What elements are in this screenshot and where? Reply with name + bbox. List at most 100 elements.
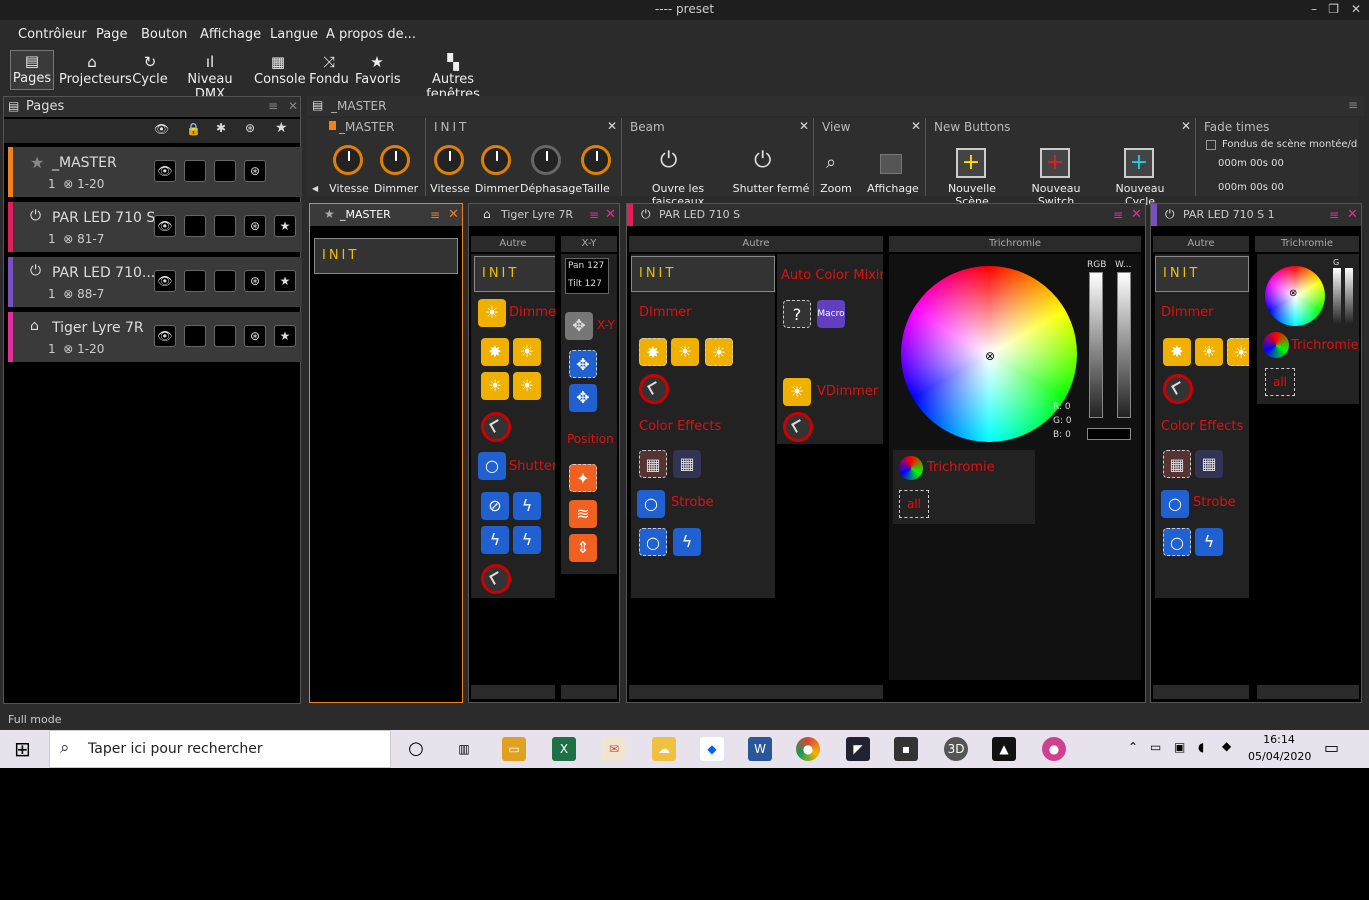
suite-icon[interactable]: ▪ [894,737,918,761]
tab-close-icon[interactable]: ✕ [605,207,616,222]
dimmer-preset-button[interactable]: ✸ [639,338,667,366]
dimmer-knob[interactable] [481,412,511,442]
dimmer-preset-button[interactable]: ✸ [481,338,509,366]
fondu-button[interactable]: ⤨ Fondu [309,52,349,87]
open-beams-icon[interactable]: ⏻ [660,148,677,173]
shutter-closed-button[interactable]: ⊘ [481,492,509,520]
xy-preset-button[interactable]: ✥ [569,350,597,378]
star-icon[interactable]: ★ [274,215,296,237]
eye-icon[interactable]: 👁 [154,325,176,347]
niveau-dmx-button[interactable]: ıl Niveau DMX [174,52,246,102]
white-slider[interactable] [1117,272,1131,418]
menu-page[interactable]: Page [96,27,127,42]
toggle-button[interactable] [184,215,206,237]
menu-controleur[interactable]: Contrôleur [18,27,87,42]
new-switch-icon[interactable]: + [1040,148,1070,178]
dimmer-preset-button[interactable]: ☀ [1195,338,1223,366]
strobe-button[interactable]: ϟ [513,526,541,554]
toggle-button[interactable] [214,270,236,292]
position-preset-button[interactable]: ≋ [569,500,597,528]
help-button[interactable]: ? [783,300,811,328]
all-button[interactable]: all [899,490,929,518]
eye-icon[interactable]: 👁 [154,122,169,136]
3d-icon[interactable]: 3D [944,737,968,761]
minimize-icon[interactable]: – [1311,0,1317,18]
app-icon[interactable]: ◤ [846,737,870,761]
strobe-off-button[interactable]: ○ [639,528,667,556]
page-row-par-led-710-s[interactable]: ⏻ PAR LED 710 S 1 ⊗ 81-7 👁 ⊛ ★ [8,202,302,252]
white-slider[interactable] [1345,268,1353,324]
rgb-slider[interactable] [1333,268,1341,324]
file-explorer-icon[interactable]: ▭ [502,737,526,761]
close-icon[interactable]: ✕ [607,119,617,133]
menu-apropos[interactable]: A propos de... [326,27,416,42]
horizontal-scrollbar[interactable] [629,685,883,699]
pan-tilt-pad[interactable]: Pan 127 Tilt 127 [565,258,609,294]
vitesse-knob[interactable] [333,145,363,175]
init-button[interactable]: INIT [474,256,555,292]
close-icon[interactable]: ✕ [1181,119,1191,133]
volume-icon[interactable]: ◖ [1198,740,1204,754]
asterisk-icon[interactable]: ✱ [216,121,226,135]
projecteurs-button[interactable]: ⌂ Projecteurs [59,52,132,87]
shutter-knob[interactable] [481,564,511,594]
console-button[interactable]: ▦ Console [254,52,306,87]
toggle-button[interactable] [184,270,206,292]
toggle-button[interactable] [214,160,236,182]
battery-icon[interactable]: ▭ [1150,740,1161,754]
init-button[interactable]: INIT [631,256,775,292]
taille-knob[interactable] [581,145,611,175]
dmx-icon[interactable]: ⊛ [244,160,266,182]
init-button[interactable]: INIT [1155,256,1249,292]
close-icon[interactable]: ✕ [799,119,809,133]
rgb-slider[interactable] [1089,272,1103,418]
clock-date[interactable]: 05/04/2020 [1248,750,1311,763]
network-icon[interactable]: ▣ [1174,740,1185,754]
zoom-icon[interactable]: ⌕ [826,152,836,173]
position-preset-button[interactable]: ✦ [569,464,597,492]
cycle-button[interactable]: ↻ Cycle [132,52,168,87]
photos-icon[interactable]: ▲ [992,737,1016,761]
tab-menu-icon[interactable]: ≡ [1113,208,1123,222]
strobe-on-button[interactable]: ϟ [1195,528,1223,556]
dmx-icon[interactable]: ⊛ [244,215,266,237]
strobe-button[interactable]: ϟ [481,526,509,554]
dimmer-preset-button[interactable]: ☀ [481,372,509,400]
vitesse-knob[interactable] [434,145,464,175]
init-button[interactable]: INIT [314,238,458,274]
page-row-master[interactable]: ★ _MASTER 1 ⊗ 1-20 👁 ⊛ [8,147,302,197]
autres-fenetres-button[interactable]: ▚ Autres fenêtres [407,52,499,102]
macro-button[interactable]: Macro [817,300,845,328]
par1-tab[interactable]: PAR LED 710 S [633,204,1145,226]
color-effect-button[interactable]: ▦ [673,450,701,478]
horizontal-scrollbar[interactable] [561,685,617,699]
menu-bouton[interactable]: Bouton [141,27,187,42]
dephasage-knob[interactable] [531,145,561,175]
dimmer-preset-button[interactable]: ☀ [513,338,541,366]
fade-in-time[interactable]: 000m 00s 00 [1218,158,1284,169]
dimmer-knob[interactable] [481,145,511,175]
position-preset-button[interactable]: ⇕ [569,534,597,562]
tray-chevron-icon[interactable]: ⌃ [1128,740,1138,754]
toggle-button[interactable] [184,160,206,182]
favoris-button[interactable]: ★ Favoris [355,52,401,87]
tab-close-icon[interactable]: ✕ [1347,207,1358,222]
menu-affichage[interactable]: Affichage [200,27,261,42]
notifications-icon[interactable]: ▭ [1324,738,1339,757]
tab-menu-icon[interactable]: ≡ [430,208,440,222]
panel-close-icon[interactable]: ✕ [288,99,298,113]
color-effect-button[interactable]: ▦ [1163,450,1191,478]
dimmer-preset-button[interactable]: ☀ [705,338,733,366]
strobe-off-button[interactable]: ○ [1163,528,1191,556]
dimmer-preset-button[interactable]: ✸ [1163,338,1191,366]
dmx-icon[interactable]: ⊛ [244,270,266,292]
scroll-left-icon[interactable]: ◀ [312,184,318,193]
tab-menu-icon[interactable]: ≡ [589,208,599,222]
task-view-icon[interactable]: ▥ [452,737,476,761]
menu-langue[interactable]: Langue [270,27,318,42]
toggle-button[interactable] [214,215,236,237]
cortana-icon[interactable]: ○ [404,737,428,761]
dmx-icon[interactable]: ⊛ [245,121,255,135]
star-icon[interactable]: ★ [275,120,288,136]
horizontal-scrollbar[interactable] [471,685,555,699]
